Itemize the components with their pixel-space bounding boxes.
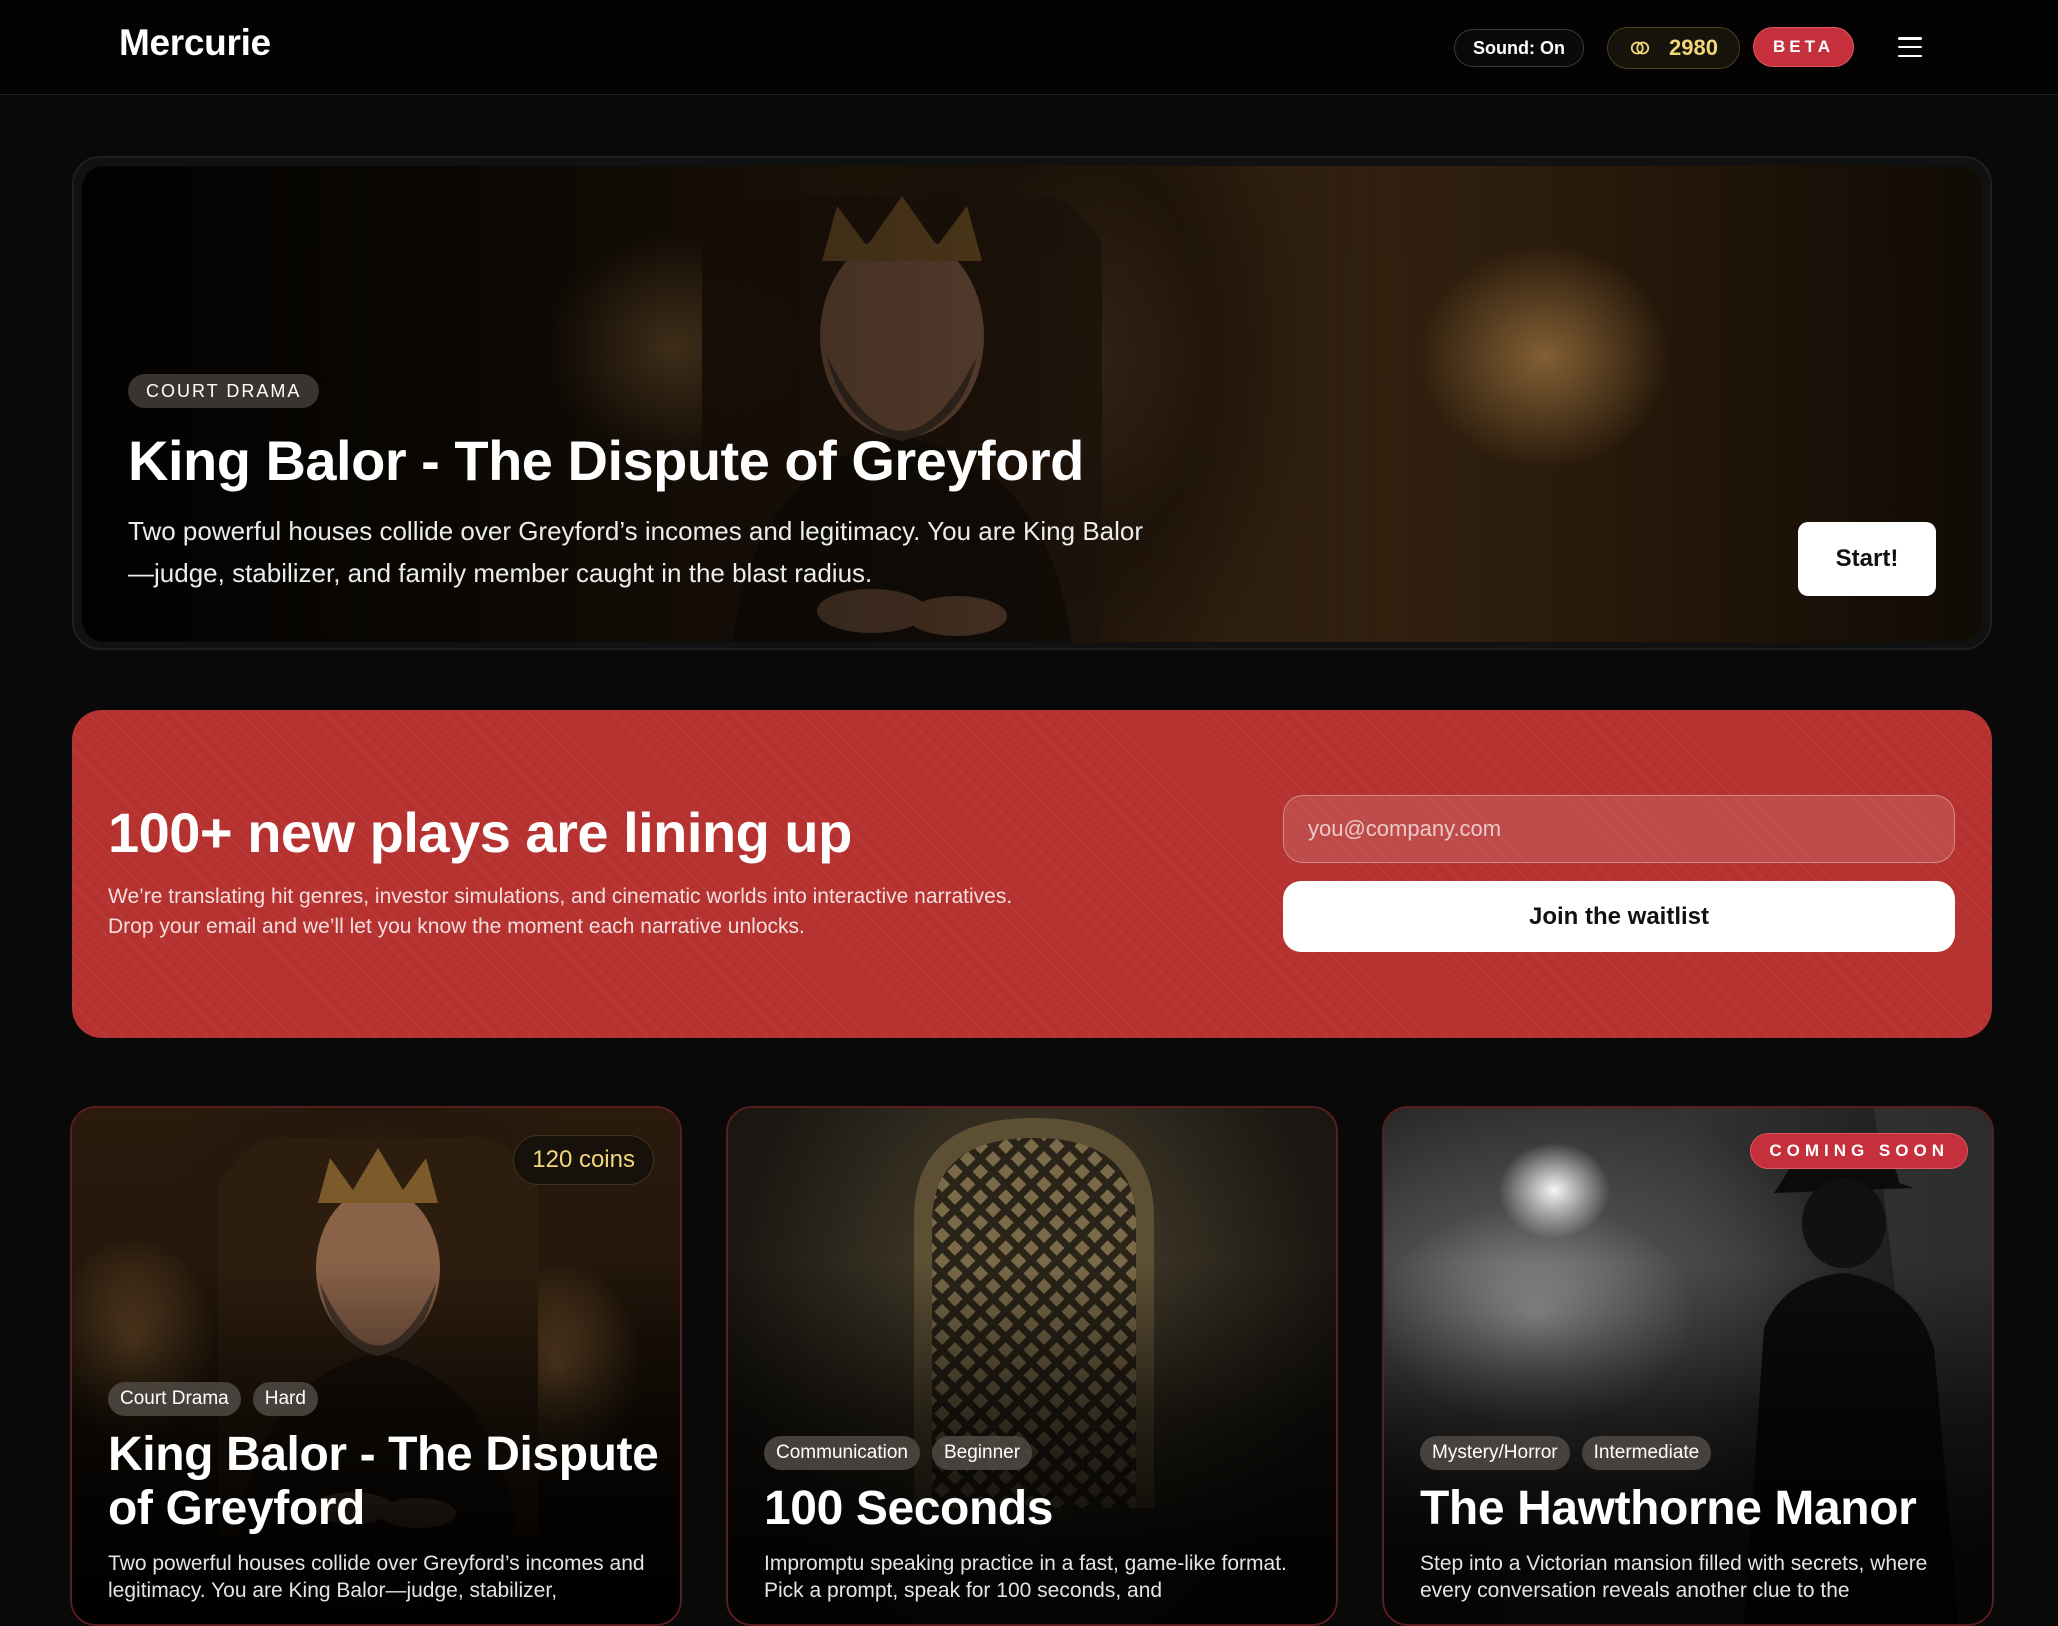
waitlist-title: 100+ new plays are lining up [108, 801, 852, 864]
featured-hero-card[interactable]: COURT DRAMA King Balor - The Dispute of … [72, 156, 1992, 650]
join-waitlist-button[interactable]: Join the waitlist [1283, 881, 1955, 952]
beta-badge: BETA [1753, 27, 1854, 67]
coin-balance-value: 2980 [1669, 35, 1718, 60]
beta-label: BETA [1772, 37, 1834, 56]
card-tags: Mystery/Horror Intermediate [1420, 1436, 1712, 1470]
card-title: The Hawthorne Manor [1420, 1482, 1917, 1535]
card-description: Two powerful houses collide over Greyfor… [108, 1552, 645, 1602]
difficulty-tag: Hard [252, 1382, 318, 1416]
coins-icon [1630, 41, 1650, 55]
coin-balance-badge[interactable]: 2980 [1607, 27, 1740, 69]
sound-toggle-button[interactable]: Sound: On [1454, 29, 1584, 67]
card-tags: Court Drama Hard [108, 1382, 318, 1416]
card-title: King Balor - The Dispute of Greyford [108, 1428, 659, 1535]
card-description: Impromptu speaking practice in a fast, g… [764, 1552, 1287, 1602]
waitlist-banner: 100+ new plays are lining up We’re trans… [72, 710, 1992, 1038]
story-card-100-seconds[interactable]: Communication Beginner 100 Seconds Impro… [726, 1106, 1338, 1626]
email-field[interactable] [1283, 795, 1955, 863]
difficulty-tag: Intermediate [1581, 1436, 1712, 1470]
waitlist-description: We’re translating hit genres, investor s… [108, 882, 1108, 942]
coming-soon-badge: COMING SOON [1750, 1133, 1968, 1169]
brand-logo[interactable]: Mercurie [119, 22, 271, 64]
card-tags: Communication Beginner [764, 1436, 1033, 1470]
top-navigation-bar: Mercurie Sound: On 2980 BETA [0, 0, 2058, 95]
waitlist-description-line-2: Drop your email and we’ll let you know t… [108, 915, 805, 938]
waitlist-description-line-1: We’re translating hit genres, investor s… [108, 885, 1013, 908]
coin-cost-badge: 120 coins [513, 1135, 654, 1185]
card-gradient-overlay [1384, 1108, 1992, 1624]
genre-tag: Court Drama [108, 1382, 241, 1416]
sound-toggle-label: Sound: On [1473, 37, 1565, 58]
card-title: 100 Seconds [764, 1482, 1054, 1535]
card-gradient-overlay [72, 1108, 680, 1624]
hero-description: Two powerful houses collide over Greyfor… [128, 516, 1144, 588]
story-card-hawthorne-manor[interactable]: COMING SOON Mystery/Horror Intermediate … [1382, 1106, 1994, 1626]
story-card-king-balor[interactable]: 120 coins Court Drama Hard King Balor - … [70, 1106, 682, 1626]
hamburger-menu-icon[interactable] [1896, 34, 1924, 60]
genre-tag: Mystery/Horror [1420, 1436, 1570, 1470]
card-gradient-overlay [728, 1108, 1336, 1624]
card-description: Step into a Victorian mansion filled wit… [1420, 1552, 1928, 1602]
difficulty-tag: Beginner [932, 1436, 1033, 1470]
hero-title: King Balor - The Dispute of Greyford [128, 429, 1084, 492]
hero-genre-tag: COURT DRAMA [128, 374, 320, 408]
genre-tag: Communication [764, 1436, 920, 1470]
start-button[interactable]: Start! [1798, 522, 1936, 596]
